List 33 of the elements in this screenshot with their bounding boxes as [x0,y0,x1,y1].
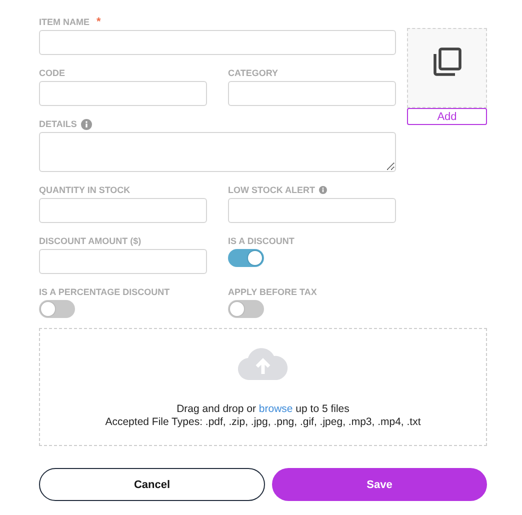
info-icon[interactable] [319,186,327,194]
field-label: DETAILS [39,119,77,129]
field-label: DISCOUNT AMOUNT ($) [39,236,142,246]
text-area[interactable] [39,132,396,172]
field-label: LOW STOCK ALERT [228,185,315,195]
cancel-button[interactable]: Cancel [39,468,265,501]
text-field[interactable] [39,30,396,55]
field-label: CATEGORY [228,68,278,78]
field-label: ITEM NAME [39,17,90,27]
toggle-switch[interactable] [228,249,264,267]
accepted-file-types: Accepted File Types: .pdf, .zip, .jpg, .png, .gif, .jpeg, .mp3, .mp4, .txt [105,416,421,429]
image-icon [431,46,463,78]
text-field[interactable] [39,81,207,106]
field-label: QUANTITY IN STOCK [39,185,130,195]
field-label: APPLY BEFORE TAX [228,287,317,297]
text-field[interactable] [228,81,396,106]
text-field[interactable] [39,249,207,274]
info-icon[interactable] [80,118,92,130]
field-label: CODE [39,68,66,78]
text-field[interactable] [39,198,207,223]
save-button[interactable]: Save [272,468,487,501]
field-label: IS A DISCOUNT [228,236,294,246]
upload-instructions: Drag and drop or browse up to 5 files [176,403,350,416]
cloud-upload-icon [238,347,288,381]
toggle-switch[interactable] [228,300,264,318]
field-label: IS A PERCENTAGE DISCOUNT [39,287,170,297]
image-placeholder[interactable] [407,28,487,108]
browse-link[interactable]: browse [258,403,293,415]
toggle-switch[interactable] [39,300,75,318]
add-button[interactable]: Add [407,108,487,125]
required-mark: * [96,16,101,28]
upload-dropzone[interactable]: Drag and drop or browse up to 5 files Accepted File Types: .pdf, .zip, .jpg, .png, .gif, .jpeg, .mp3, .mp4, .txt [39,328,487,446]
text-field[interactable] [228,198,396,223]
